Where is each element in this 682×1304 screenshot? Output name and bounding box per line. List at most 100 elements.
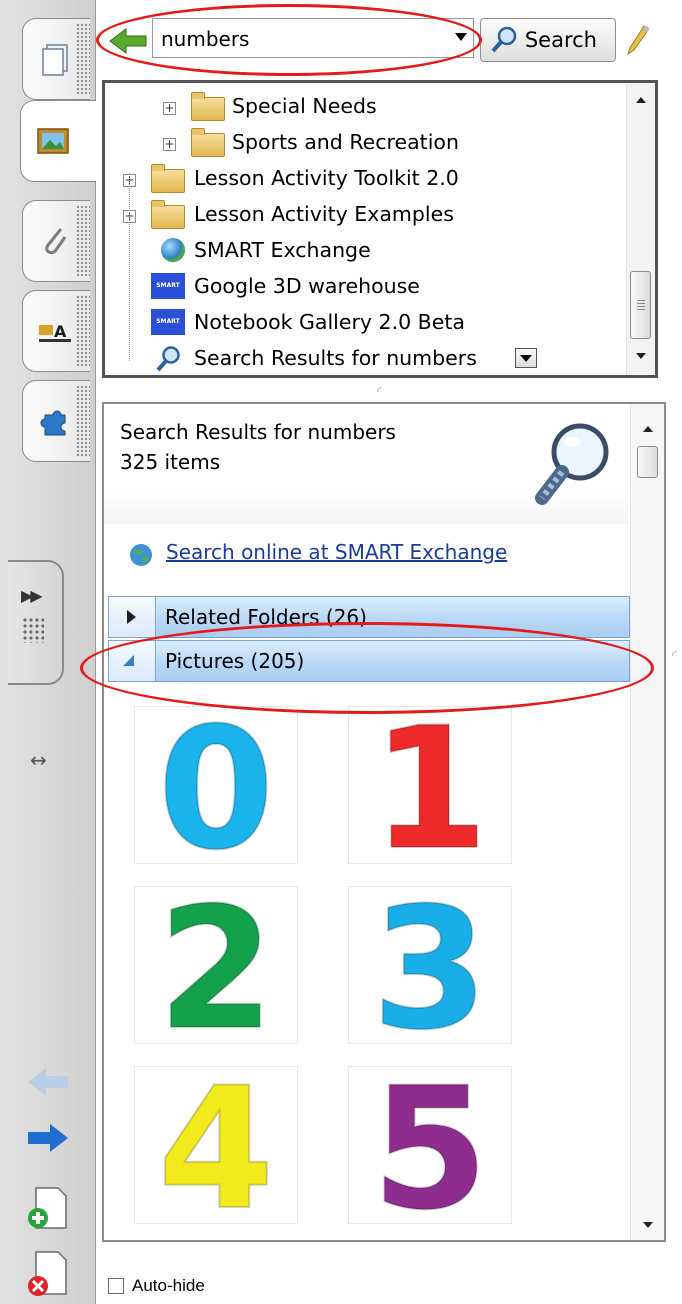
globe-icon bbox=[161, 238, 185, 262]
tree-item-label: Google 3D warehouse bbox=[194, 274, 420, 298]
scroll-up-icon[interactable] bbox=[643, 426, 653, 432]
tree-scrollbar[interactable] bbox=[626, 83, 655, 375]
search-results-panel: Search Results for numbers 325 items Sea… bbox=[102, 402, 666, 1242]
tab-grip bbox=[76, 385, 90, 457]
tab-page-sorter[interactable] bbox=[22, 18, 90, 100]
results-title: Search Results for numbers bbox=[120, 420, 396, 444]
scroll-up-icon[interactable] bbox=[636, 97, 646, 103]
tree-item-label: Special Needs bbox=[232, 94, 377, 118]
digit-image: 0 bbox=[158, 707, 275, 863]
search-settings-icon[interactable] bbox=[622, 22, 654, 58]
expand-icon[interactable]: + bbox=[163, 102, 176, 115]
splitter-handle[interactable]: ◜ bbox=[377, 384, 382, 398]
scroll-down-icon[interactable] bbox=[636, 353, 646, 359]
chevron-expanded-icon bbox=[123, 655, 134, 666]
expander[interactable] bbox=[109, 597, 156, 637]
tab-grip bbox=[76, 295, 90, 367]
side-tab-strip: A ▶▶ ↔ bbox=[0, 0, 96, 1304]
back-arrow-icon[interactable] bbox=[108, 26, 150, 56]
digit-image: 5 bbox=[372, 1067, 489, 1223]
tree-item-lesson-toolkit[interactable]: + Lesson Activity Toolkit 2.0 bbox=[105, 161, 625, 195]
chevron-down-icon bbox=[520, 355, 532, 362]
picture-thumbnail-5[interactable]: 5 bbox=[348, 1066, 512, 1224]
tab-gallery[interactable] bbox=[20, 100, 96, 182]
attachments-icon bbox=[45, 228, 67, 255]
tab-grip bbox=[76, 205, 90, 277]
search-icon bbox=[156, 346, 180, 372]
tree-item-label: Lesson Activity Toolkit 2.0 bbox=[194, 166, 459, 190]
tree-item-label: Lesson Activity Examples bbox=[194, 202, 454, 226]
folder-icon bbox=[191, 128, 225, 157]
expand-icon[interactable]: + bbox=[163, 138, 176, 151]
section-label: Related Folders (26) bbox=[165, 605, 367, 629]
smart-logo-icon: SMART bbox=[151, 309, 185, 335]
tab-grip bbox=[76, 23, 90, 95]
digit-image: 2 bbox=[158, 887, 275, 1043]
scroll-down-icon[interactable] bbox=[643, 1222, 653, 1228]
search-online-link[interactable]: Search online at SMART Exchange bbox=[166, 540, 507, 564]
tree-item-label: Search Results for numbers bbox=[194, 346, 477, 370]
results-count: 325 items bbox=[120, 450, 221, 474]
drag-grip-icon bbox=[22, 617, 44, 643]
resize-horizontal-icon[interactable]: ↔ bbox=[30, 748, 47, 772]
svg-text:A: A bbox=[54, 322, 67, 341]
add-ons-icon bbox=[40, 410, 66, 436]
tree-item-search-results[interactable]: Search Results for numbers bbox=[105, 341, 625, 375]
digit-image: 3 bbox=[372, 887, 489, 1043]
picture-thumbnail-4[interactable]: 4 bbox=[134, 1066, 298, 1224]
tree-item-label: Notebook Gallery 2.0 Beta bbox=[194, 310, 465, 334]
picture-thumbnail-3[interactable]: 3 bbox=[348, 886, 512, 1044]
tree-connector bbox=[129, 173, 131, 361]
forward-arrow-icon[interactable] bbox=[24, 1118, 72, 1158]
tree-item-lesson-examples[interactable]: + Lesson Activity Examples bbox=[105, 197, 625, 231]
smart-logo-icon: SMART bbox=[151, 273, 185, 299]
tab-add-ons[interactable] bbox=[22, 380, 90, 462]
gallery-icon bbox=[37, 128, 69, 154]
tab-properties[interactable]: A bbox=[22, 290, 90, 372]
tree-item-smart-exchange[interactable]: SMART Exchange bbox=[105, 233, 625, 267]
chevron-right-icon bbox=[127, 610, 136, 624]
section-related-folders[interactable]: Related Folders (26) bbox=[108, 596, 630, 638]
scroll-thumb[interactable] bbox=[637, 446, 658, 478]
checkbox-box[interactable] bbox=[108, 1278, 124, 1294]
delete-page-icon[interactable] bbox=[24, 1250, 72, 1298]
auto-hide-label: Auto-hide bbox=[132, 1276, 205, 1295]
tree-item-label: SMART Exchange bbox=[194, 238, 371, 262]
folder-icon bbox=[151, 200, 185, 229]
collapse-sidebar-tab[interactable]: ▶▶ bbox=[8, 560, 64, 685]
chevron-down-icon[interactable] bbox=[455, 33, 467, 41]
page-sorter-icon bbox=[42, 44, 68, 76]
grip-icon bbox=[637, 300, 645, 310]
section-pictures[interactable]: Pictures (205) bbox=[108, 640, 630, 682]
tree-item-special-needs[interactable]: + Special Needs bbox=[105, 89, 625, 123]
tab-attachments[interactable] bbox=[22, 200, 90, 282]
search-icon bbox=[535, 423, 609, 505]
scroll-thumb[interactable] bbox=[630, 271, 651, 339]
digit-image: 4 bbox=[158, 1067, 275, 1223]
search-icon bbox=[491, 26, 517, 53]
tree-item-google-3d[interactable]: SMART Google 3D warehouse bbox=[105, 269, 625, 303]
tree-item-label: Sports and Recreation bbox=[232, 130, 459, 154]
digit-image: 1 bbox=[372, 707, 489, 863]
properties-icon: A bbox=[39, 322, 71, 342]
search-input[interactable] bbox=[159, 25, 443, 53]
double-chevron-right-icon: ▶▶ bbox=[21, 586, 43, 605]
expander[interactable] bbox=[109, 641, 156, 681]
results-scrollbar[interactable] bbox=[630, 404, 664, 1240]
add-page-icon[interactable] bbox=[24, 1186, 72, 1230]
picture-thumbnail-2[interactable]: 2 bbox=[134, 886, 298, 1044]
picture-thumbnail-0[interactable]: 0 bbox=[134, 706, 298, 864]
gallery-tree: + Special Needs + Sports and Recreation … bbox=[102, 80, 658, 378]
splitter-handle[interactable]: ◜ bbox=[672, 648, 677, 662]
search-combobox[interactable] bbox=[152, 18, 474, 58]
search-button-label: Search bbox=[524, 28, 597, 52]
tree-item-sports[interactable]: + Sports and Recreation bbox=[105, 125, 625, 159]
item-menu-button[interactable] bbox=[515, 348, 537, 368]
folder-icon bbox=[151, 164, 185, 193]
picture-thumbnail-1[interactable]: 1 bbox=[348, 706, 512, 864]
search-button[interactable]: Search bbox=[480, 18, 616, 62]
tree-item-notebook-gallery[interactable]: SMART Notebook Gallery 2.0 Beta bbox=[105, 305, 625, 339]
section-label: Pictures (205) bbox=[165, 649, 305, 673]
folder-icon bbox=[191, 92, 225, 121]
back-arrow-icon[interactable] bbox=[24, 1062, 72, 1102]
